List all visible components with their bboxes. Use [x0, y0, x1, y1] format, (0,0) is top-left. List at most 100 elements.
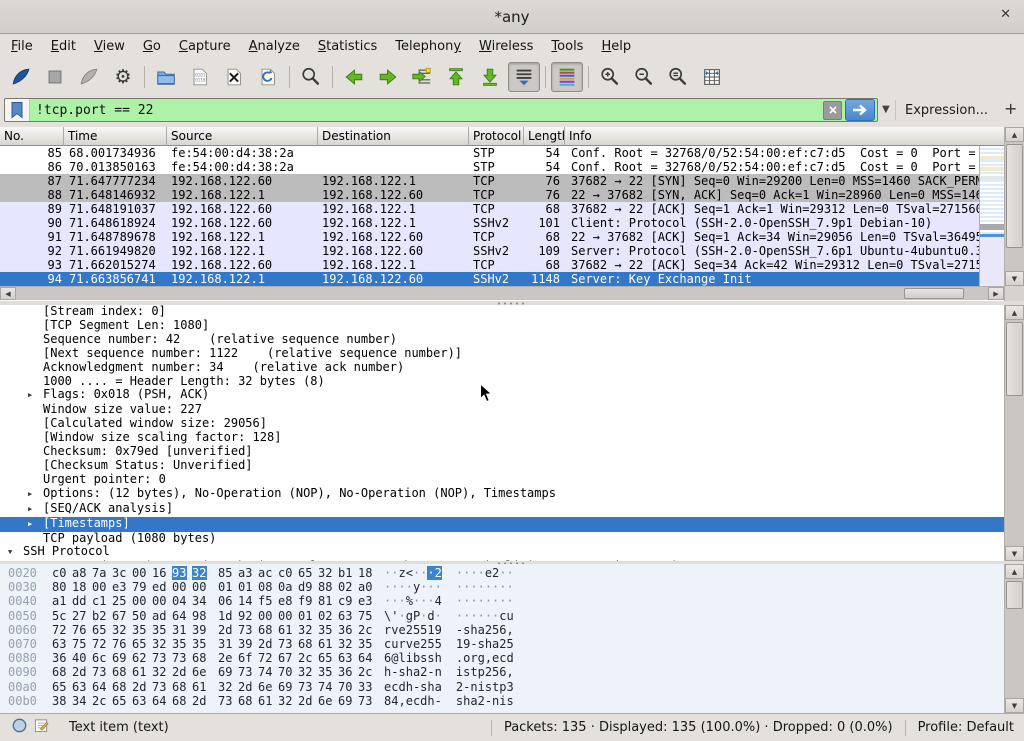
detail-seq-ack-analysis[interactable]: ▶[SEQ/ACK analysis]	[0, 502, 1004, 517]
packet-list-minimap[interactable]	[979, 146, 1004, 286]
scrollbar-track[interactable]	[1005, 142, 1024, 271]
filter-history-caret-icon[interactable]: ▼	[882, 104, 890, 115]
expand-icon[interactable]: ▶	[28, 488, 43, 502]
detail-checksum-status-unverified[interactable]: [Checksum Status: Unverified]	[0, 459, 1004, 473]
scroll-up-icon[interactable]: ▲	[1005, 305, 1024, 320]
toolbar-go-first-button[interactable]	[440, 62, 472, 92]
scroll-right-icon[interactable]: ▶	[988, 287, 1004, 300]
toolbar-reload-file-button[interactable]	[252, 62, 284, 92]
menu-telephony[interactable]: Telephony	[386, 36, 470, 57]
capture-comment-icon[interactable]	[34, 718, 49, 737]
detail-sequence-number-42-relative-[interactable]: Sequence number: 42 (relative sequence n…	[0, 333, 1004, 347]
detail-timestamps[interactable]: ▶[Timestamps]	[0, 517, 1004, 532]
hex-row-0030[interactable]: 0030801800e379ed00000101080ad98802a0····…	[0, 580, 1004, 594]
column-header-info[interactable]: Info	[565, 127, 1004, 146]
detail-options-12-bytes-no-operatio[interactable]: ▶Options: (12 bytes), No-Operation (NOP)…	[0, 487, 1004, 502]
scroll-down-icon[interactable]: ▼	[1005, 698, 1024, 713]
expression-button[interactable]: Expression...	[905, 103, 988, 118]
hex-row-0040[interactable]: 0040a1ddc125000004340614f5e8f981c9e3···%…	[0, 594, 1004, 608]
details-scrollbar[interactable]: ▲ ▼	[1004, 305, 1024, 561]
packet-row-89[interactable]: 8971.648191037192.168.122.60192.168.122.…	[0, 202, 979, 216]
toolbar-restart-capture-button[interactable]	[73, 62, 105, 92]
menu-wireless[interactable]: Wireless	[470, 36, 542, 57]
toolbar-capture-options-button[interactable]: ⚙	[107, 62, 139, 92]
profile-status-text[interactable]: Profile: Default	[910, 720, 1024, 735]
menu-view[interactable]: View	[85, 36, 134, 57]
hex-row-0020[interactable]: 0020c0a87a3c0016933285a3acc06532b118··z<…	[0, 566, 1004, 580]
scroll-down-icon[interactable]: ▼	[1005, 546, 1024, 561]
toolbar-go-to-packet-button[interactable]	[406, 62, 438, 92]
hex-row-0070[interactable]: 0070637572766532353531392d7368613235curv…	[0, 637, 1004, 651]
packet-row-91[interactable]: 9171.648789678192.168.122.1192.168.122.6…	[0, 230, 979, 244]
toolbar-open-file-button[interactable]	[150, 62, 182, 92]
detail-urgent-pointer-0[interactable]: Urgent pointer: 0	[0, 473, 1004, 487]
menu-tools[interactable]: Tools	[542, 36, 592, 57]
toolbar-zoom-out-button[interactable]	[628, 62, 660, 92]
hex-row-0060[interactable]: 006072766532353531392d7368613235362crve2…	[0, 623, 1004, 637]
toolbar-resize-columns-button[interactable]	[696, 62, 728, 92]
packet-row-94[interactable]: 9471.663856741192.168.122.1192.168.122.6…	[0, 272, 979, 286]
detail-stream-index-0[interactable]: [Stream index: 0]	[0, 305, 1004, 319]
detail-window-size-value-227[interactable]: Window size value: 227	[0, 403, 1004, 417]
hex-row-00a0[interactable]: 00a0656364682d736861322d6e6973747033ecdh…	[0, 680, 1004, 694]
hscrollbar-thumb[interactable]	[904, 288, 964, 299]
packet-list-scrollbar[interactable]: ▲ ▼	[1004, 127, 1024, 286]
detail-ssh-protocol[interactable]: ▼SSH Protocol	[0, 545, 1004, 560]
detail-tcp-payload-1080-bytes[interactable]: TCP payload (1080 bytes)	[0, 532, 1004, 546]
column-header-time[interactable]: Time	[64, 127, 167, 146]
display-filter-input[interactable]: !tcp.port == 22	[4, 98, 878, 122]
detail-window-size-scaling-factor-1[interactable]: [Window size scaling factor: 128]	[0, 431, 1004, 445]
packet-list-hscrollbar[interactable]: ◀ ▶	[0, 286, 1004, 300]
add-filter-button[interactable]: +	[1004, 99, 1017, 118]
expand-icon[interactable]: ▶	[28, 503, 43, 517]
column-header-protocol[interactable]: Protocol	[469, 127, 524, 146]
toolbar-go-last-button[interactable]	[474, 62, 506, 92]
column-header-length[interactable]: Length	[524, 127, 565, 146]
scrollbar-thumb[interactable]	[1006, 322, 1023, 396]
detail-acknowledgment-number-34-rel[interactable]: Acknowledgment number: 34 (relative ack …	[0, 361, 1004, 375]
toolbar-close-file-button[interactable]	[218, 62, 250, 92]
packet-row-87[interactable]: 8771.647777234192.168.122.60192.168.122.…	[0, 174, 979, 188]
packet-row-92[interactable]: 9271.661949820192.168.122.1192.168.122.6…	[0, 244, 979, 258]
clear-filter-icon[interactable]	[823, 101, 842, 120]
expand-icon[interactable]: ▶	[28, 518, 43, 532]
detail-1000-header-length-32-bytes-[interactable]: 1000 .... = Header Length: 32 bytes (8)	[0, 375, 1004, 389]
scrollbar-thumb[interactable]	[1006, 581, 1023, 609]
hex-scrollbar[interactable]: ▲ ▼	[1004, 564, 1024, 713]
filter-text[interactable]: !tcp.port == 22	[30, 103, 823, 118]
hex-row-00b0[interactable]: 00b038342c656364682d736861322d6e697384,e…	[0, 694, 1004, 708]
menu-statistics[interactable]: Statistics	[309, 36, 386, 57]
toolbar-save-file-button[interactable]: 01010110	[184, 62, 216, 92]
menu-help[interactable]: Help	[592, 36, 640, 57]
collapse-icon[interactable]: ▼	[8, 546, 23, 560]
packet-row-90[interactable]: 9071.648618924192.168.122.60192.168.122.…	[0, 216, 979, 230]
hex-row-0050[interactable]: 00505c27b26750ad64981d92000001026375\'·g…	[0, 609, 1004, 623]
apply-filter-icon[interactable]	[845, 99, 875, 121]
menu-go[interactable]: Go	[134, 36, 170, 57]
detail-calculated-window-size-29056[interactable]: [Calculated window size: 29056]	[0, 417, 1004, 431]
menu-analyze[interactable]: Analyze	[240, 36, 309, 57]
bookmark-icon[interactable]	[5, 99, 30, 121]
scrollbar-track[interactable]	[1005, 320, 1024, 546]
packet-row-93[interactable]: 9371.662015274192.168.122.60192.168.122.…	[0, 258, 979, 272]
detail-next-sequence-number-1122-re[interactable]: [Next sequence number: 1122 (relative se…	[0, 347, 1004, 361]
toolbar-find-packet-button[interactable]	[295, 62, 327, 92]
scroll-up-icon[interactable]: ▲	[1005, 127, 1024, 142]
scroll-up-icon[interactable]: ▲	[1005, 564, 1024, 579]
menu-capture[interactable]: Capture	[170, 36, 240, 57]
expert-info-icon[interactable]	[12, 718, 27, 737]
toolbar-go-back-button[interactable]	[338, 62, 370, 92]
detail-flags-0x018-psh-ack[interactable]: ▶Flags: 0x018 (PSH, ACK)	[0, 388, 1004, 403]
column-header-no[interactable]: No.	[0, 127, 64, 146]
toolbar-zoom-in-button[interactable]	[594, 62, 626, 92]
hex-row-0080[interactable]: 008036406c69627373682e6f72672c6563646@li…	[0, 651, 1004, 665]
hscrollbar-track[interactable]	[16, 287, 988, 300]
detail-tcp-segment-len-1080[interactable]: [TCP Segment Len: 1080]	[0, 319, 1004, 333]
scrollbar-track[interactable]	[1005, 579, 1024, 698]
packet-row-88[interactable]: 8871.648146932192.168.122.1192.168.122.6…	[0, 188, 979, 202]
toolbar-stop-capture-button[interactable]	[39, 62, 71, 92]
toolbar-go-forward-button[interactable]	[372, 62, 404, 92]
scrollbar-thumb[interactable]	[1006, 144, 1023, 248]
menu-edit[interactable]: Edit	[42, 36, 85, 57]
packet-row-86[interactable]: 8670.013850163fe:54:00:d4:38:2aSTP54Conf…	[0, 160, 979, 174]
